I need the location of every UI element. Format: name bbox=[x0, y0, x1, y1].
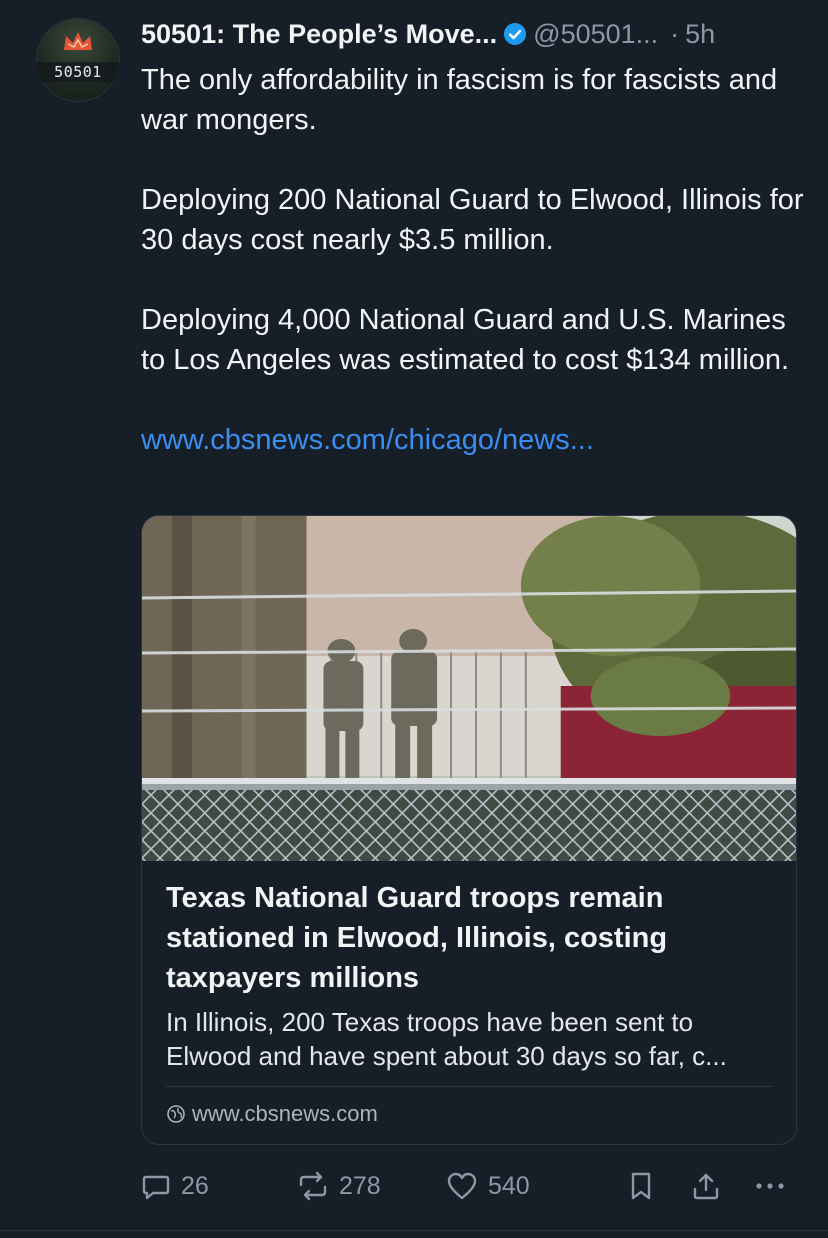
bookmark-button[interactable] bbox=[628, 1166, 664, 1206]
repost-icon bbox=[299, 1171, 327, 1201]
separator-dot: · bbox=[670, 18, 680, 49]
card-divider bbox=[166, 1086, 772, 1087]
like-count: 540 bbox=[488, 1171, 530, 1200]
card-domain-text: www.cbsnews.com bbox=[192, 1101, 378, 1126]
repost-count: 278 bbox=[339, 1171, 381, 1200]
post-divider bbox=[0, 1230, 828, 1231]
repost-button[interactable]: 278 bbox=[297, 1166, 381, 1206]
more-options-button[interactable] bbox=[753, 1166, 797, 1206]
timestamp[interactable]: 5h bbox=[685, 19, 715, 50]
heart-icon bbox=[447, 1172, 477, 1200]
reply-icon bbox=[142, 1175, 170, 1200]
like-button[interactable]: 540 bbox=[446, 1166, 530, 1206]
post-header: 50501: The People’s Move... @50501... · … bbox=[141, 14, 811, 54]
post-body: The only affordability in fascism is for… bbox=[141, 60, 811, 460]
globe-icon bbox=[167, 1105, 185, 1123]
link-preview-card[interactable]: Texas National Guard troops remain stati… bbox=[141, 515, 797, 1145]
card-domain[interactable]: www.cbsnews.com bbox=[166, 1100, 378, 1128]
avatar-label: 50501 bbox=[36, 62, 120, 82]
more-icon bbox=[756, 1183, 784, 1189]
action-bar: 26 278 540 bbox=[141, 1166, 801, 1206]
handle[interactable]: @50501... bbox=[533, 19, 658, 50]
post-paragraph: The only affordability in fascism is for… bbox=[141, 64, 778, 136]
bookmark-icon bbox=[631, 1172, 651, 1200]
reply-button[interactable]: 26 bbox=[141, 1166, 209, 1206]
post-paragraph: Deploying 200 National Guard to Elwood, … bbox=[141, 184, 804, 256]
reply-count: 26 bbox=[181, 1171, 209, 1200]
post-paragraph: Deploying 4,000 National Guard and U.S. … bbox=[141, 304, 790, 376]
card-title[interactable]: Texas National Guard troops remain stati… bbox=[166, 878, 776, 998]
post-link[interactable]: www.cbsnews.com/chicago/news... bbox=[141, 420, 811, 460]
card-description: In Illinois, 200 Texas troops have been … bbox=[166, 1007, 727, 1071]
share-button[interactable] bbox=[691, 1166, 731, 1206]
display-name[interactable]: 50501: The People’s Move... bbox=[141, 19, 497, 50]
verified-badge-icon bbox=[504, 23, 527, 45]
crown-icon bbox=[64, 32, 92, 50]
avatar[interactable]: 50501 bbox=[36, 18, 120, 102]
card-image bbox=[142, 516, 796, 861]
post: 50501 50501: The People’s Move... @50501… bbox=[0, 0, 828, 1238]
share-icon bbox=[693, 1173, 719, 1200]
